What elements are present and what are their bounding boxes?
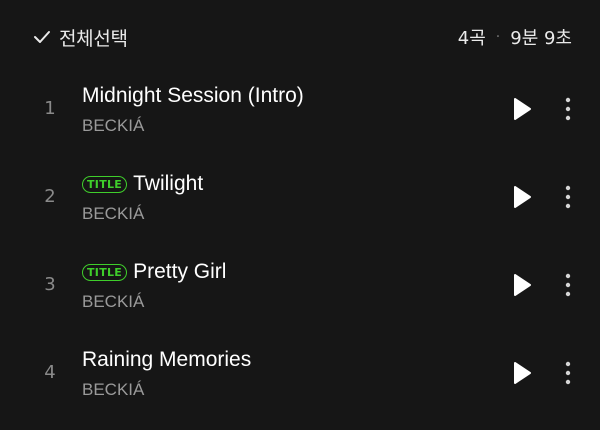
track-number: 3 xyxy=(44,274,56,295)
more-vertical-icon[interactable] xyxy=(558,94,578,124)
select-all-label: 전체선택 xyxy=(59,27,128,50)
track-count: 4곡 xyxy=(457,28,486,49)
track-title-row: TITLE Pretty Girl xyxy=(82,258,226,286)
title-track-badge: TITLE xyxy=(82,263,128,281)
track-title-row: TITLE Twilight xyxy=(82,170,203,198)
separator-dot: · xyxy=(495,29,501,45)
more-vertical-icon[interactable] xyxy=(558,270,578,300)
track-artist[interactable]: BECKIÁ xyxy=(82,116,144,136)
track-artist[interactable]: BECKIÁ xyxy=(82,380,144,400)
track-title-row: Raining Memories xyxy=(82,346,251,374)
play-icon[interactable] xyxy=(510,360,534,386)
play-icon[interactable] xyxy=(510,96,534,122)
more-vertical-icon[interactable] xyxy=(558,358,578,388)
more-vertical-icon[interactable] xyxy=(558,182,578,212)
tracklist-summary: 4곡 · 9분 9초 xyxy=(458,22,572,52)
track-number: 4 xyxy=(44,362,56,383)
track-artist[interactable]: BECKIÁ xyxy=(82,204,144,224)
track-artist[interactable]: BECKIÁ xyxy=(82,292,144,312)
track-title: Midnight Session (Intro) xyxy=(82,84,304,107)
track-row[interactable]: 4 Raining Memories BECKIÁ xyxy=(0,332,600,420)
track-title: Pretty Girl xyxy=(133,260,227,283)
track-row[interactable]: 2 TITLE Twilight BECKIÁ xyxy=(0,156,600,244)
check-icon xyxy=(34,31,50,43)
track-number: 2 xyxy=(44,186,56,207)
play-icon[interactable] xyxy=(510,184,534,210)
total-duration: 9분 9초 xyxy=(510,28,572,49)
track-row[interactable]: 1 Midnight Session (Intro) BECKIÁ xyxy=(0,68,600,156)
track-title: Raining Memories xyxy=(82,348,252,371)
track-number: 1 xyxy=(44,98,56,119)
tracklist-header: 전체선택 4곡 · 9분 9초 xyxy=(0,0,600,72)
track-title: Twilight xyxy=(133,172,204,195)
select-all-toggle[interactable]: 전체선택 xyxy=(32,22,128,52)
title-track-badge: TITLE xyxy=(82,175,128,193)
track-row[interactable]: 3 TITLE Pretty Girl BECKIÁ xyxy=(0,244,600,332)
track-list: 1 Midnight Session (Intro) BECKIÁ 2 TITL… xyxy=(0,68,600,420)
play-icon[interactable] xyxy=(510,272,534,298)
track-title-row: Midnight Session (Intro) xyxy=(82,82,304,110)
